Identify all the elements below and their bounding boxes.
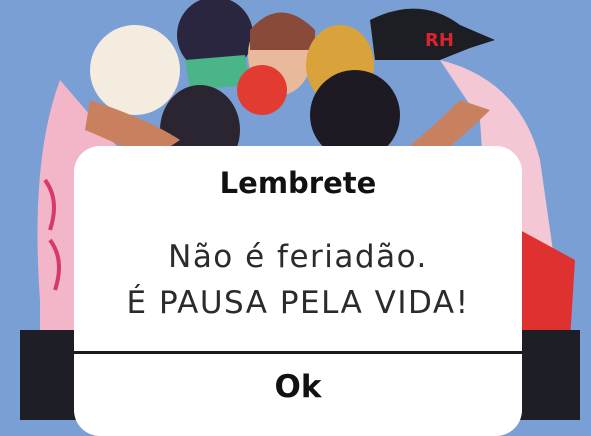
cap-logo: RH [425,30,454,51]
dialog-message: Não é feriadão. É PAUSA PELA VIDA! [74,234,522,326]
dialog-message-line-1: Não é feriadão. [168,239,428,275]
dialog-message-line-2: É PAUSA PELA VIDA! [126,285,470,321]
ok-button[interactable]: Ok [74,354,522,420]
alert-dialog: Lembrete Não é feriadão. É PAUSA PELA VI… [74,146,522,436]
dialog-title: Lembrete [219,166,377,200]
